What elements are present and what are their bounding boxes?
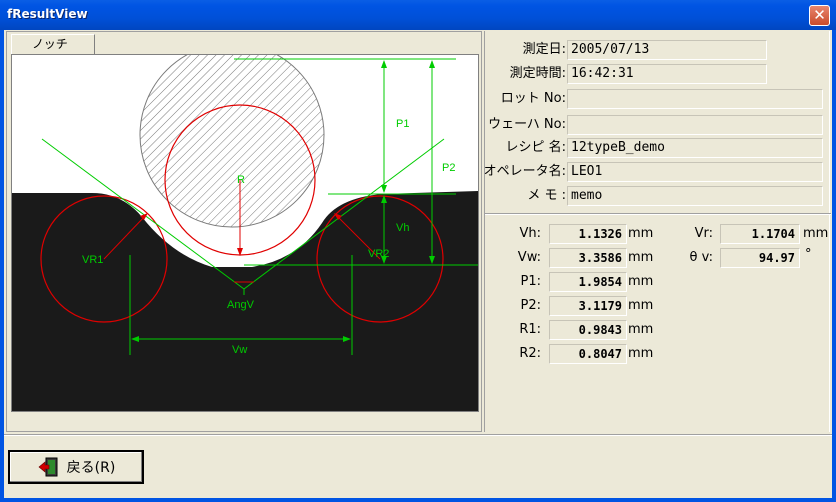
- close-icon: ✕: [813, 6, 826, 24]
- r1-unit: mm: [628, 322, 654, 337]
- r-label: R: [237, 174, 245, 186]
- vr2-label: VR2: [368, 248, 389, 260]
- window-title: fResultView: [7, 7, 88, 21]
- theta-v-label: θ v:: [689, 250, 713, 265]
- tab-notch[interactable]: ノッチ: [11, 34, 95, 54]
- p2-label: P2: [442, 162, 455, 174]
- wafer-field: [567, 115, 823, 135]
- memo-field: memo: [567, 186, 823, 206]
- lot-field: [567, 89, 823, 109]
- lot-label: ロット No:: [500, 91, 566, 106]
- recipe-field: 12typeB_demo: [567, 138, 823, 158]
- notch-image: P1 P2 R Vh VR1 VR2 AngV Vw: [11, 54, 479, 412]
- vw-label: Vw: [232, 344, 247, 356]
- wafer-label: ウェーハ No:: [488, 117, 566, 132]
- vw-field: 3.3586: [549, 248, 627, 268]
- p2-unit: mm: [628, 298, 654, 313]
- exit-door-icon: [38, 457, 58, 477]
- operator-label: オペレータ名:: [483, 164, 566, 179]
- title-bar[interactable]: fResultView ✕: [0, 0, 836, 30]
- window-frame-bottom: [0, 498, 836, 502]
- operator-row: オペレータ名: LEO1: [483, 162, 831, 182]
- close-button[interactable]: ✕: [809, 5, 830, 26]
- memo-label: メ モ :: [527, 188, 566, 203]
- notch-diagram: P1 P2 R Vh VR1 VR2 AngV Vw: [12, 55, 478, 411]
- vr-label: Vr:: [694, 226, 713, 241]
- time-field: 16:42:31: [567, 64, 767, 84]
- p1-arrow-bottom: [381, 185, 387, 193]
- p1-field: 1.9854: [549, 272, 627, 292]
- p1-label: P1:: [520, 274, 542, 289]
- date-row: 測定日: 2005/07/13: [485, 40, 831, 60]
- r1-label: R1:: [519, 322, 541, 337]
- r2-field: 0.8047: [549, 344, 627, 364]
- vh-label: Vh:: [519, 226, 541, 241]
- window-frame-left: [0, 30, 4, 502]
- recipe-label: レシピ 名:: [505, 140, 566, 155]
- recipe-row: レシピ 名: 12typeB_demo: [485, 138, 831, 158]
- p2-label: P2:: [520, 298, 542, 313]
- lot-row: ロット No:: [485, 89, 831, 109]
- result-panel: 測定日: 2005/07/13 測定時間: 16:42:31 ロット No: ウ…: [483, 31, 831, 432]
- info-divider: [485, 213, 831, 215]
- r2-label: R2:: [519, 346, 541, 361]
- theta-v-field: 94.97: [720, 248, 800, 268]
- notch-panel: ノッチ P1 P2 R Vh VR1 VR2 AngV Vw: [6, 31, 482, 432]
- vw-label: Vw:: [517, 250, 541, 265]
- angv-label: AngV: [227, 299, 255, 311]
- date-label: 測定日:: [522, 42, 566, 57]
- p2-field: 3.1179: [549, 296, 627, 316]
- operator-field: LEO1: [567, 162, 823, 182]
- r1-field: 0.9843: [549, 320, 627, 340]
- time-label: 測定時間:: [509, 66, 566, 81]
- r2-unit: mm: [628, 346, 654, 361]
- vr1-label: VR1: [82, 254, 103, 266]
- back-button-label: 戻る(R): [66, 460, 116, 476]
- footer-divider: [4, 434, 832, 436]
- p1-label: P1: [396, 118, 409, 130]
- vh-unit: mm: [628, 226, 654, 241]
- theta-v-unit: °: [805, 247, 812, 262]
- back-button[interactable]: 戻る(R): [8, 450, 144, 484]
- window-frame-right: [832, 30, 836, 502]
- vh-field: 1.1326: [549, 224, 627, 244]
- vr-field: 1.1704: [720, 224, 800, 244]
- vh-label: Vh: [396, 222, 409, 234]
- wafer-row: ウェーハ No:: [485, 115, 831, 135]
- p1-arrow-top: [381, 60, 387, 68]
- p1-unit: mm: [628, 274, 654, 289]
- date-field: 2005/07/13: [567, 40, 767, 60]
- p2-arrow-top: [429, 60, 435, 68]
- time-row: 測定時間: 16:42:31: [485, 64, 831, 84]
- vr-unit: mm: [803, 226, 829, 241]
- memo-row: メ モ : memo: [485, 186, 831, 206]
- vw-unit: mm: [628, 250, 654, 265]
